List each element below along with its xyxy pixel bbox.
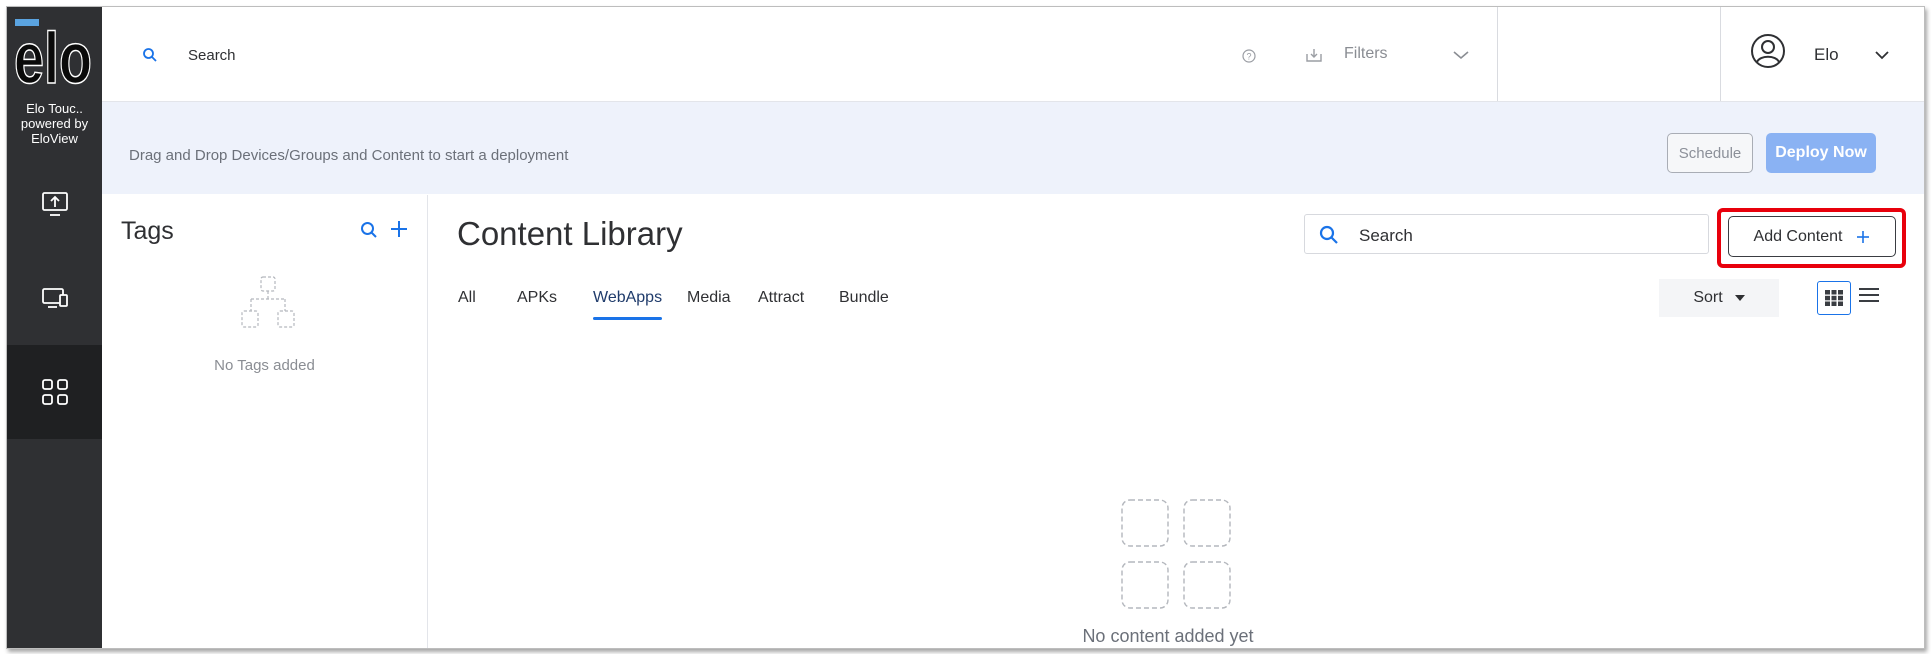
list-view-icon[interactable] (1859, 287, 1879, 308)
search-icon[interactable] (142, 47, 158, 68)
global-search-input[interactable]: Search (188, 47, 236, 64)
tab-webapps[interactable]: WebApps (593, 289, 663, 320)
svg-text:elo: elo (14, 19, 92, 91)
sort-dropdown[interactable]: Sort (1659, 279, 1779, 317)
tags-empty-message: No Tags added (214, 357, 315, 374)
sidebar-item-content[interactable] (7, 345, 102, 439)
org-name-line: EloView (31, 131, 78, 146)
deployment-banner: Drag and Drop Devices/Groups and Content… (102, 102, 1924, 194)
chevron-down-icon[interactable] (1874, 47, 1890, 65)
sort-label: Sort (1693, 289, 1723, 306)
tab-apks[interactable]: APKs (517, 289, 557, 307)
deployment-instructions: Drag and Drop Devices/Groups and Content… (129, 147, 569, 164)
top-bar: Search ? Filters Elo (102, 7, 1924, 102)
user-name[interactable]: Elo (1814, 45, 1839, 65)
app-window: elo Elo Touc.. powered by EloView Search… (6, 6, 1925, 649)
add-content-button[interactable]: Add Content (1728, 216, 1896, 257)
tags-title: Tags (121, 217, 174, 245)
topbar-divider (1497, 7, 1498, 101)
caret-down-icon (1734, 295, 1745, 301)
sidebar-item-deploy[interactable] (7, 157, 102, 251)
help-icon[interactable]: ? (1242, 49, 1256, 68)
org-name-line: Elo Touc.. (26, 101, 83, 116)
org-name: Elo Touc.. powered by EloView (7, 101, 102, 146)
sidebar: elo Elo Touc.. powered by EloView (7, 7, 102, 648)
tag-hierarchy-icon (240, 275, 296, 334)
org-name-line: powered by (20, 116, 89, 131)
page-title: Content Library (457, 215, 683, 252)
upload-display-icon (41, 192, 68, 216)
tags-panel: Tags No Tags added (102, 195, 428, 648)
sidebar-item-devices[interactable] (7, 251, 102, 345)
user-avatar-icon[interactable] (1750, 33, 1786, 74)
content-search-input[interactable]: Search (1304, 214, 1709, 254)
tab-all[interactable]: All (458, 289, 476, 307)
content-grid-icon (41, 379, 68, 405)
tab-attract[interactable]: Attract (758, 289, 804, 307)
tab-media[interactable]: Media (687, 289, 731, 307)
svg-text:?: ? (1246, 52, 1251, 62)
schedule-button[interactable]: Schedule (1667, 133, 1753, 173)
elo-logo: elo (13, 17, 97, 100)
tab-bundle[interactable]: Bundle (839, 289, 889, 307)
chevron-down-icon[interactable] (1452, 47, 1470, 65)
plus-icon (1857, 230, 1870, 243)
content-empty-message: No content added yet (1082, 626, 1254, 646)
add-tag-icon[interactable] (390, 220, 408, 243)
grid-view-icon (1825, 290, 1843, 306)
content-library: Content Library Search Add Content All A… (428, 195, 1924, 648)
deploy-now-button[interactable]: Deploy Now (1766, 133, 1876, 173)
filter-tray-icon[interactable] (1305, 47, 1323, 68)
add-content-label: Add Content (1753, 227, 1843, 245)
topbar-divider (1720, 7, 1721, 101)
search-placeholder: Search (1359, 226, 1413, 245)
search-icon[interactable] (360, 221, 378, 244)
devices-icon (41, 288, 68, 308)
empty-content-icon (1120, 498, 1232, 615)
filters-dropdown[interactable]: Filters (1344, 45, 1388, 63)
grid-view-button[interactable] (1817, 281, 1851, 315)
search-icon (1319, 225, 1339, 250)
